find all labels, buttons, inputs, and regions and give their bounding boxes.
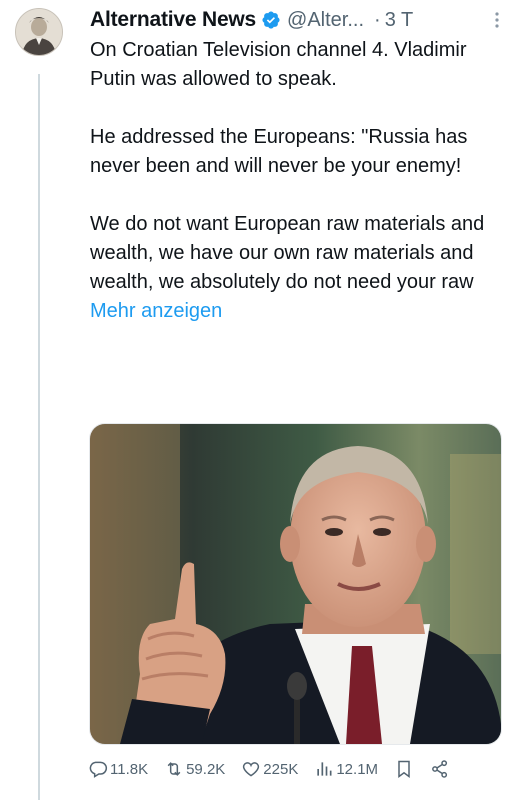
like-button[interactable]: 225K	[241, 759, 298, 779]
views-button[interactable]: 12.1M	[314, 759, 378, 779]
tweet-action-bar: 11.8K 59.2K 225K 12.1M	[88, 754, 508, 784]
tweet-paragraph-text: We do not want European raw materials an…	[90, 213, 485, 293]
heart-icon	[243, 762, 260, 777]
tweet-media-photo[interactable]	[89, 423, 502, 745]
reply-button[interactable]: 11.8K	[88, 759, 148, 779]
author-display-name[interactable]: Alternative News	[90, 8, 256, 32]
tweet-paragraph: On Croatian Television channel 4. Vladim…	[90, 39, 467, 90]
repost-icon	[167, 762, 181, 776]
repost-count: 59.2K	[186, 760, 226, 778]
tweet-header: Alternative News @Alter... · 3 T	[90, 6, 510, 34]
share-button[interactable]	[430, 759, 450, 779]
thread-connector-line	[38, 74, 40, 800]
author-avatar[interactable]	[15, 8, 63, 56]
user-avatar-icon	[16, 9, 62, 55]
like-count: 225K	[263, 760, 299, 778]
bookmark-button[interactable]	[394, 759, 414, 779]
more-options-icon[interactable]	[487, 8, 507, 32]
person-pointing-finger-icon	[90, 424, 501, 744]
tweet-paragraph: We do not want European raw materials an…	[90, 210, 505, 326]
tweet-paragraph: He addressed the Europeans: "Russia has …	[90, 126, 468, 177]
repost-button[interactable]: 59.2K	[164, 759, 225, 779]
show-more-link[interactable]: Mehr anzeigen	[90, 300, 222, 322]
header-separator: ·	[374, 8, 381, 31]
tweet-timestamp[interactable]: 3 T	[385, 9, 414, 32]
reply-count: 11.8K	[110, 760, 149, 778]
share-icon	[432, 760, 448, 778]
views-count: 12.1M	[336, 760, 379, 778]
bookmark-icon	[398, 760, 410, 778]
verified-badge-icon	[262, 11, 280, 29]
views-chart-icon	[317, 762, 332, 776]
reply-icon	[89, 761, 108, 778]
tweet-body: On Croatian Television channel 4. Vladim…	[90, 36, 505, 326]
author-handle[interactable]: @Alter...	[287, 9, 364, 32]
